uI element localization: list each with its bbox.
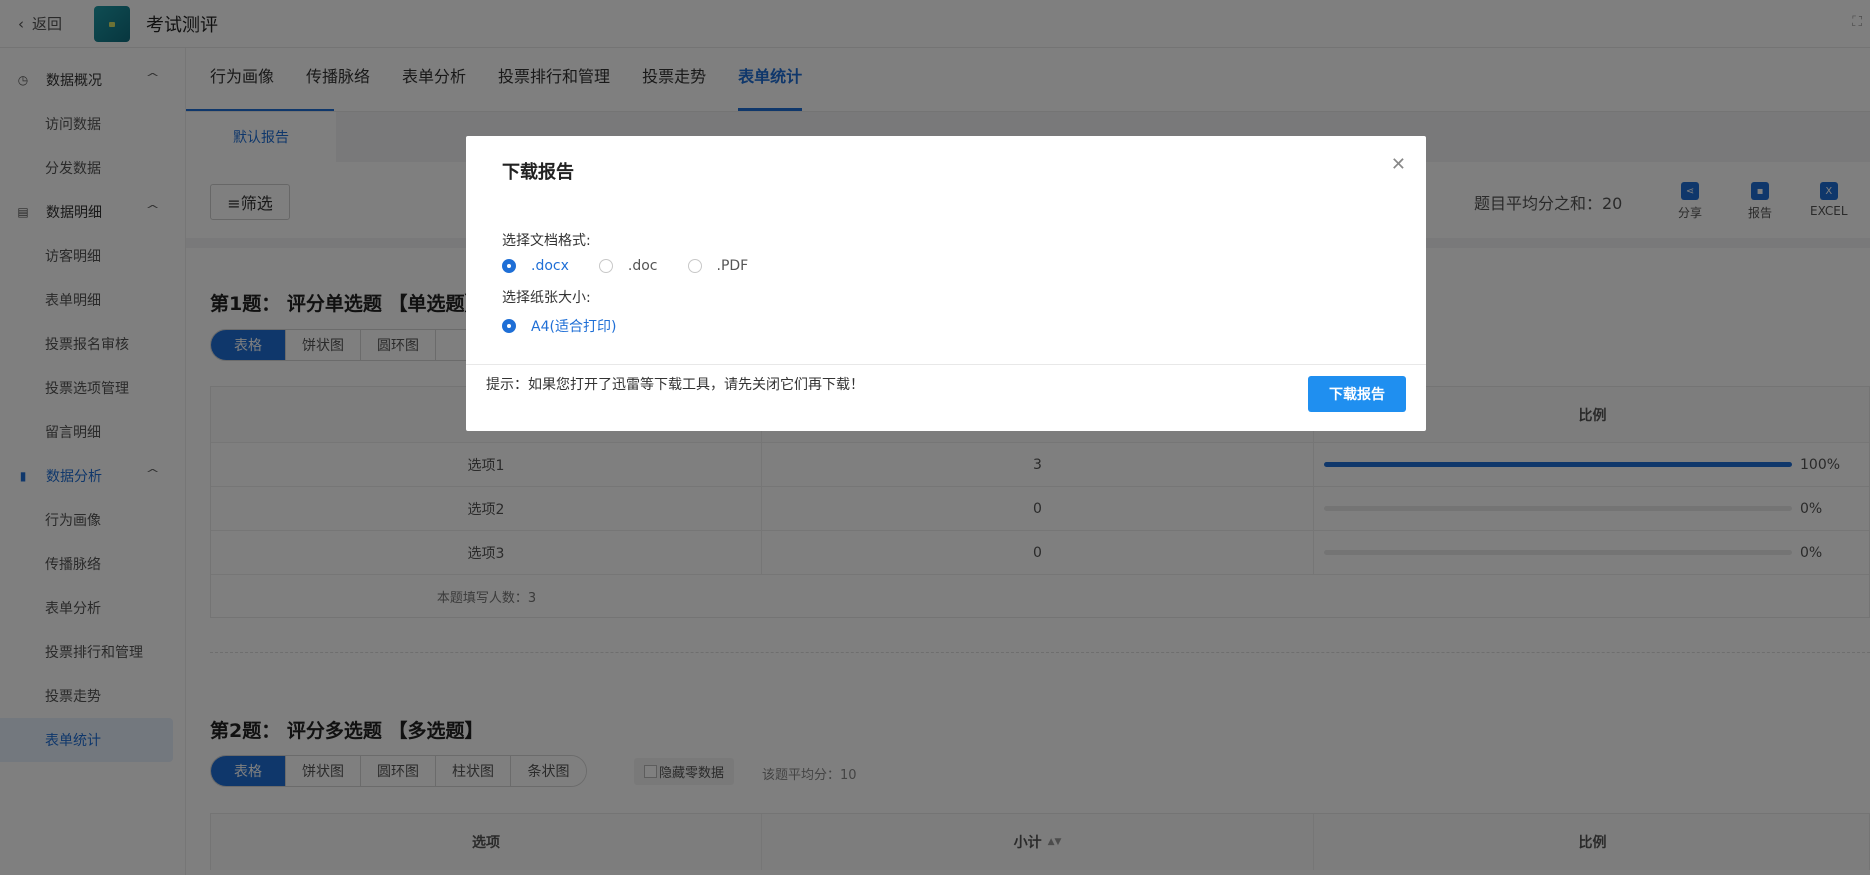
paper-radio-a4[interactable]: A4(适合打印) [502, 316, 616, 336]
download-report-dialog: 下载报告 ✕ 选择文档格式: .docx .doc .PDF 选择纸张大小: A… [466, 136, 1426, 431]
format-label-doc: .doc [627, 258, 658, 274]
radio-dot[interactable] [598, 259, 613, 273]
radio-dot[interactable] [687, 259, 702, 273]
format-label-docx: .docx [531, 258, 569, 274]
paper-label-a4: A4(适合打印) [531, 319, 617, 335]
format-radio-doc[interactable]: .doc [598, 258, 658, 274]
dialog-title: 下载报告 [502, 162, 574, 183]
format-radio-pdf[interactable]: .PDF [687, 258, 749, 274]
download-report-button[interactable]: 下载报告 [1308, 376, 1406, 412]
modal-overlay[interactable]: 下载报告 ✕ 选择文档格式: .docx .doc .PDF 选择纸张大小: A… [0, 0, 1870, 875]
format-radio-docx[interactable]: .docx [502, 258, 569, 274]
radio-dot[interactable] [502, 259, 516, 273]
dialog-divider [466, 364, 1426, 365]
format-label-pdf: .PDF [716, 258, 749, 274]
paper-label: 选择纸张大小: [502, 290, 591, 306]
format-label: 选择文档格式: [502, 233, 591, 249]
close-icon[interactable]: ✕ [1391, 154, 1406, 175]
download-tip: 提示：如果您打开了迅雷等下载工具，请先关闭它们再下载！ [486, 377, 864, 393]
paper-radio-group: A4(适合打印) [502, 316, 646, 336]
format-radio-group: .docx .doc .PDF [502, 258, 778, 274]
radio-dot[interactable] [502, 319, 516, 333]
